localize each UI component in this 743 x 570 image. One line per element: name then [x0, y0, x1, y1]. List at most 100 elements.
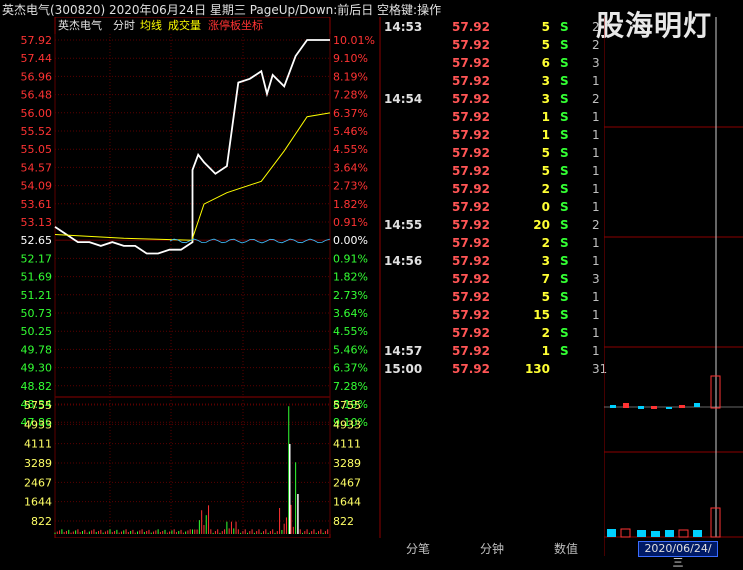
percent-tick-label: 7.28% [333, 89, 368, 102]
volume-tick-label: 3289 [24, 457, 52, 470]
volume-bar [637, 530, 646, 537]
tick-row: 15:00 57.92 130 31 [384, 362, 607, 380]
tick-price: 57.92 [452, 56, 490, 70]
bottom-tabs: 分笔 分钟 数值 [382, 538, 604, 556]
tab-minute[interactable]: 分钟 [480, 540, 504, 557]
percent-tick-label: 7.28% [333, 380, 368, 393]
chart-header-limit-axis: 涨停板坐标 [208, 18, 263, 32]
tick-vol: 3 [541, 254, 550, 268]
tick-price: 57.92 [452, 20, 490, 34]
tick-vol: 5 [541, 38, 550, 52]
volume-tick-label: 2467 [24, 476, 52, 489]
tick-vol: 2 [541, 326, 550, 340]
volume-tick-label: 2467 [333, 476, 361, 489]
price-tick-label: 55.52 [21, 125, 53, 138]
tick-time: 14:54 [384, 92, 423, 106]
tick-price: 57.92 [452, 290, 490, 304]
tick-row: 57.92 2 S 1 [384, 326, 604, 344]
volume-tick-label: 822 [333, 515, 354, 528]
candle [679, 405, 685, 408]
tick-side: S [560, 92, 569, 106]
tick-vol: 1 [541, 110, 550, 124]
percent-tick-label: 0.00% [333, 234, 368, 247]
tick-side: S [560, 146, 569, 160]
tick-cnt: 1 [592, 164, 600, 178]
tick-vol: 2 [541, 236, 550, 250]
percent-tick-label: 6.37% [333, 362, 368, 375]
tick-price: 57.92 [452, 254, 490, 268]
volume-bar [665, 530, 674, 537]
tick-vol: 7 [541, 272, 550, 286]
volume-tick-label: 4111 [24, 438, 52, 451]
tick-row: 57.92 1 S 1 [384, 110, 604, 128]
percent-tick-label: 2.73% [333, 289, 368, 302]
tick-side: S [560, 74, 569, 88]
tick-side: S [560, 182, 569, 196]
volume-tick-label: 5755 [333, 399, 361, 412]
price-tick-label: 55.05 [21, 143, 53, 156]
mini-candles [610, 375, 721, 409]
tick-time: 14:57 [384, 344, 423, 358]
price-lines [54, 39, 331, 255]
tab-ticks[interactable]: 分笔 [406, 540, 430, 557]
tick-cnt: 1 [592, 200, 600, 214]
price-tick-label: 48.82 [21, 380, 53, 393]
percent-tick-label: 3.64% [333, 307, 368, 320]
tick-time: 15:00 [384, 362, 423, 376]
tick-cnt: 1 [592, 254, 600, 268]
tick-side: S [560, 290, 569, 304]
price-tick-label: 56.48 [21, 89, 53, 102]
tick-price: 57.92 [452, 344, 490, 358]
volume-tick-label: 4933 [24, 418, 52, 431]
tick-row: 14:53 57.92 5 S 2 [384, 20, 604, 38]
tick-side: S [560, 218, 569, 232]
tick-vol: 2 [541, 182, 550, 196]
percent-tick-label: 0.91% [333, 252, 368, 265]
price-tick-label: 54.57 [21, 161, 53, 174]
tick-side: S [560, 236, 569, 250]
percent-tick-label: 8.19% [333, 70, 368, 83]
price-tick-label: 51.69 [21, 271, 53, 284]
volume-bar [620, 528, 631, 538]
tick-row: 57.92 2 S 1 [384, 182, 604, 200]
window-title: 英杰电气(300820) 2020年06月24日 星期三 PageUp/Down… [2, 3, 442, 17]
tick-price: 57.92 [452, 218, 490, 232]
price-tick-label: 53.61 [21, 198, 53, 211]
tick-side: S [560, 38, 569, 52]
tick-cnt: 2 [592, 20, 600, 34]
tick-cnt: 2 [592, 92, 600, 106]
percent-tick-label: 10.01% [333, 34, 375, 47]
price-tick-label: 49.30 [21, 362, 53, 375]
tab-values[interactable]: 数值 [554, 540, 578, 557]
tick-row: 57.92 6 S 3 [384, 56, 604, 74]
tick-side: S [560, 200, 569, 214]
chart-header-volume: 成交量 [168, 18, 201, 32]
tick-side: S [560, 164, 569, 178]
tick-vol: 3 [541, 74, 550, 88]
percent-tick-label: 4.55% [333, 143, 368, 156]
tick-vol: 5 [541, 290, 550, 304]
price-tick-label: 54.09 [21, 180, 53, 193]
chart-header-avg-line: 均线 [140, 18, 162, 32]
tick-side: S [560, 254, 569, 268]
price-tick-label: 52.65 [21, 234, 53, 247]
price-tick-label: 53.13 [21, 216, 53, 229]
tick-price: 57.92 [452, 326, 490, 340]
tick-price: 57.92 [452, 128, 490, 142]
tick-price: 57.92 [452, 74, 490, 88]
candle [694, 403, 700, 407]
tick-cnt: 1 [592, 110, 600, 124]
tick-vol: 1 [541, 344, 550, 358]
percent-tick-label: 0.91% [333, 216, 368, 229]
chart-header: 英杰电气 分时 均线 成交量 涨停板坐标 [58, 18, 263, 32]
tick-cnt: 3 [592, 272, 600, 286]
mini-volumes [607, 507, 721, 538]
tick-row: 57.92 5 S 1 [384, 164, 604, 182]
mini-kline-panel[interactable] [604, 17, 743, 556]
tick-side: S [560, 110, 569, 124]
tick-side: S [560, 308, 569, 322]
candle [623, 403, 629, 408]
tick-cnt: 2 [592, 218, 600, 232]
price-tick-label: 50.73 [21, 307, 53, 320]
price-tick-label: 52.17 [21, 252, 53, 265]
